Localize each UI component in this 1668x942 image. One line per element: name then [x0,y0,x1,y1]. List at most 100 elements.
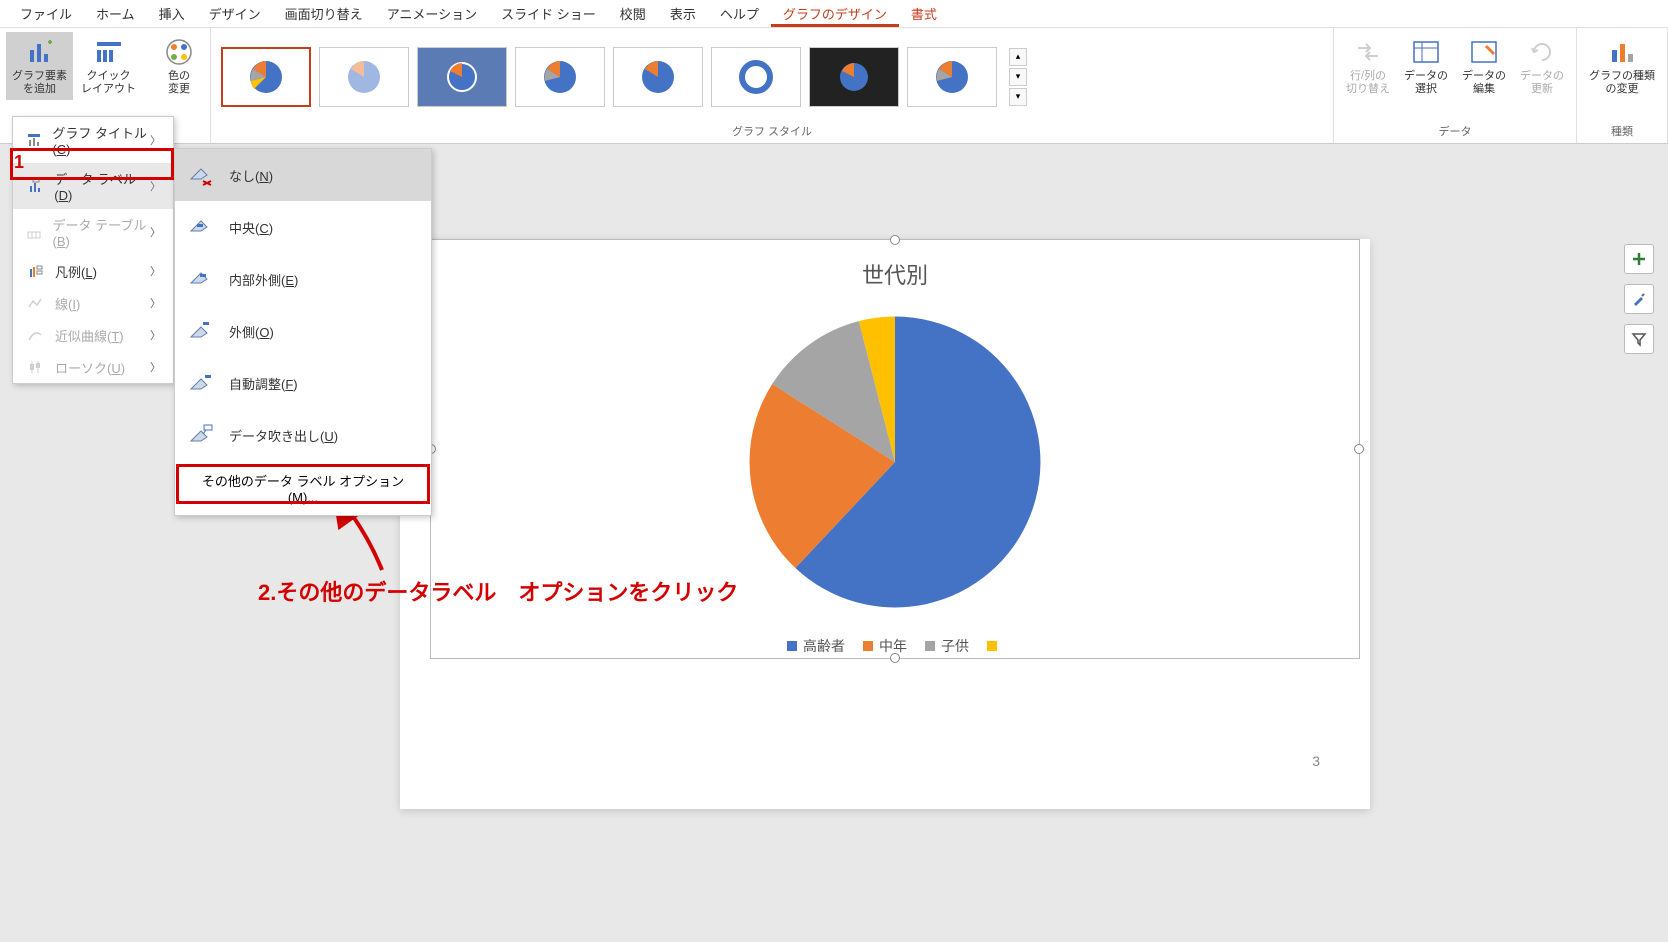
chart-side-tools [1624,244,1654,354]
chart-style-3[interactable] [417,47,507,107]
change-colors-button[interactable]: 色の 変更 [154,32,204,100]
chevron-right-icon: 〉 [150,132,161,148]
label-center-icon [185,211,217,243]
change-chart-type-button[interactable]: グラフの種類 の変更 [1583,32,1661,100]
chart-style-gallery: ▴ ▾ ▾ [217,32,1327,121]
selection-handle[interactable] [890,653,900,663]
legend-label: 高齢者 [803,636,845,656]
menu-insert[interactable]: 挿入 [147,0,197,27]
legend-icon [25,261,45,281]
menu-transitions[interactable]: 画面切り替え [273,0,375,27]
trendline-icon [25,325,45,345]
annotation-number-1: 1 [14,152,24,173]
legend-swatch [925,641,935,651]
chart-style-4[interactable] [515,47,605,107]
menu-design[interactable]: デザイン [197,0,273,27]
chart-style-1[interactable] [221,47,311,107]
chart-elements-plus-button[interactable] [1624,244,1654,274]
data-label-center[interactable]: 中央(C) [175,201,431,253]
chevron-right-icon: 〉 [150,295,161,311]
menu-candle: ローソク(U) 〉 [13,351,173,383]
menu-animations[interactable]: アニメーション [375,0,489,27]
menu-legend[interactable]: 凡例(L) 〉 [13,255,173,287]
candle-icon [25,357,45,377]
chart-filter-button[interactable] [1624,324,1654,354]
data-label-callout[interactable]: データ吹き出し(U) [175,409,431,461]
chart-styles-brush-button[interactable] [1624,284,1654,314]
styles-group-label: グラフ スタイル [217,121,1327,143]
label-auto-icon [185,367,217,399]
slide-canvas[interactable]: 世代別 高齢者中年子供 3 [400,239,1370,809]
gallery-scroll: ▴ ▾ ▾ [1009,48,1027,106]
legend-item[interactable]: 中年 [863,636,907,656]
chart-style-8[interactable] [907,47,997,107]
select-data-icon [1410,36,1442,68]
data-label-inside-end[interactable]: 内部外側(E) [175,253,431,305]
chevron-right-icon: 〉 [150,224,161,240]
chart-title-icon [25,130,42,150]
quick-layout-icon [93,36,125,68]
refresh-icon [1526,36,1558,68]
menu-review[interactable]: 校閲 [608,0,658,27]
legend-swatch [863,641,873,651]
data-label-more-options[interactable]: その他のデータ ラベル オプション(M)... [175,461,431,515]
data-label-none[interactable]: なし(N) [175,149,431,201]
chart-style-6[interactable] [711,47,801,107]
gallery-more-button[interactable]: ▾ [1009,88,1027,106]
chart-element-icon [24,36,56,68]
data-label-submenu: なし(N) 中央(C) 内部外側(E) 外側(O) 自動調整(F) データ吹き出… [174,148,432,516]
label-callout-icon [185,419,217,451]
chevron-right-icon: 〉 [150,178,161,194]
menu-help[interactable]: ヘルプ [708,0,771,27]
menu-trendline: 近似曲線(T) 〉 [13,319,173,351]
data-group-label: データ [1340,121,1570,143]
data-label-outside-end[interactable]: 外側(O) [175,305,431,357]
chart-style-7[interactable] [809,47,899,107]
menu-data-table: データ テーブル(B) 〉 [13,209,173,255]
add-element-menu: グラフ タイトル(C) 〉 データ ラベル(D) 〉 データ テーブル(B) 〉… [12,116,174,384]
edit-data-button[interactable]: データの 編集 [1456,32,1512,100]
menu-chart-design[interactable]: グラフのデザイン [771,0,899,27]
menubar: ファイル ホーム 挿入 デザイン 画面切り替え アニメーション スライド ショー… [0,0,1668,28]
menu-data-label[interactable]: データ ラベル(D) 〉 [13,163,173,209]
label-inside-icon [185,263,217,295]
label-none-icon [185,159,217,191]
chevron-right-icon: 〉 [150,263,161,279]
data-label-best-fit[interactable]: 自動調整(F) [175,357,431,409]
selection-handle[interactable] [1354,444,1364,454]
chevron-right-icon: 〉 [150,359,161,375]
gallery-down-button[interactable]: ▾ [1009,68,1027,86]
pie-chart[interactable] [431,302,1359,622]
chart-style-5[interactable] [613,47,703,107]
menu-lines: 線(I) 〉 [13,287,173,319]
chart-style-2[interactable] [319,47,409,107]
switch-row-col-button: 行/列の 切り替え [1340,32,1396,100]
chart-title[interactable]: 世代別 [431,240,1359,290]
menu-format[interactable]: 書式 [899,0,949,27]
refresh-data-button: データの 更新 [1514,32,1570,100]
legend-swatch [987,641,997,651]
label-outside-icon [185,315,217,347]
gallery-up-button[interactable]: ▴ [1009,48,1027,66]
edit-data-icon [1468,36,1500,68]
ribbon: グラフ要素 を追加 クイック レイアウト 色の 変更 [0,28,1668,144]
lines-icon [25,293,45,313]
quick-layout-button[interactable]: クイック レイアウト [75,32,142,100]
menu-slideshow[interactable]: スライド ショー [489,0,608,27]
menu-file[interactable]: ファイル [8,0,84,27]
menu-home[interactable]: ホーム [84,0,147,27]
data-table-icon [25,222,43,242]
switch-icon [1352,36,1384,68]
select-data-button[interactable]: データの 選択 [1398,32,1454,100]
menu-chart-title[interactable]: グラフ タイトル(C) 〉 [13,117,173,163]
menu-view[interactable]: 表示 [658,0,708,27]
legend-item[interactable]: 子供 [925,636,969,656]
chevron-right-icon: 〉 [150,327,161,343]
page-number: 3 [1312,753,1320,769]
add-chart-element-button[interactable]: グラフ要素 を追加 [6,32,73,100]
legend-item[interactable]: 高齢者 [787,636,845,656]
selection-handle[interactable] [890,235,900,245]
legend-item[interactable] [987,636,1003,656]
palette-icon [163,36,195,68]
type-group-label: 種類 [1583,121,1661,143]
